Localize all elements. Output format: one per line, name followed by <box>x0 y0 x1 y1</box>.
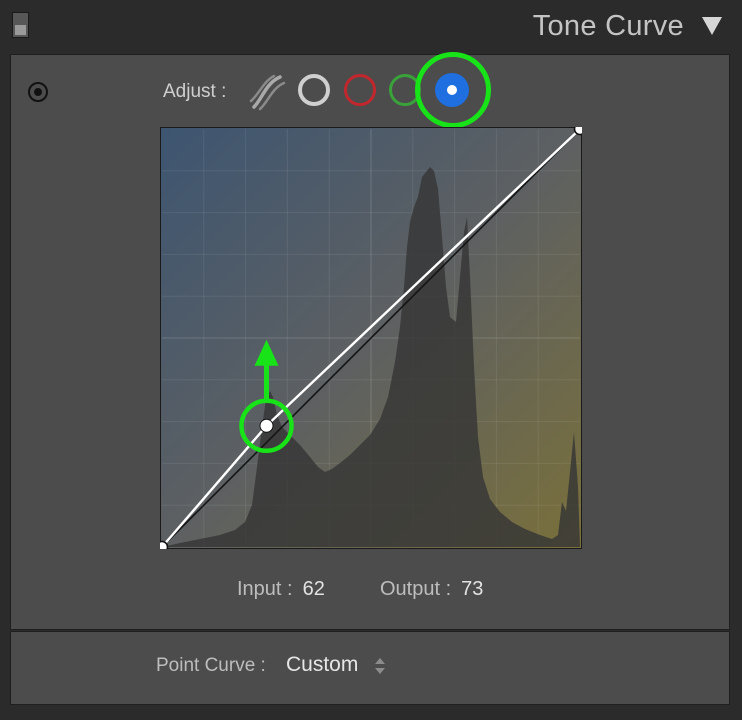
collapse-triangle-icon[interactable] <box>702 17 722 35</box>
input-value: 62 <box>302 578 325 600</box>
targeted-adjustment-icon[interactable] <box>28 82 48 102</box>
output-readout: Output : 73 <box>380 578 483 601</box>
input-label: Input : <box>237 578 293 600</box>
selected-control-point <box>259 418 274 433</box>
channel-highlight-ring <box>415 52 491 128</box>
adjust-label: Adjust : <box>163 81 227 102</box>
red-channel-icon[interactable] <box>344 74 376 106</box>
output-label: Output : <box>380 578 452 600</box>
point-curve-section <box>10 631 730 705</box>
tone-curve-graph[interactable] <box>155 122 587 554</box>
rgb-channel-icon[interactable] <box>298 74 330 106</box>
point-curve-dropdown[interactable]: Custom <box>286 653 358 677</box>
output-value: 73 <box>461 578 484 600</box>
input-readout: Input : 62 <box>237 578 325 601</box>
point-curve-label: Point Curve : <box>156 655 266 676</box>
panel-title: Tone Curve <box>532 10 684 42</box>
point-curve-stepper-icon[interactable] <box>374 656 386 676</box>
curve-endpoint <box>155 540 169 554</box>
panel-toggle-switch[interactable] <box>12 12 29 38</box>
parametric-curve-icon[interactable] <box>248 73 286 111</box>
curve-endpoint <box>573 122 587 136</box>
